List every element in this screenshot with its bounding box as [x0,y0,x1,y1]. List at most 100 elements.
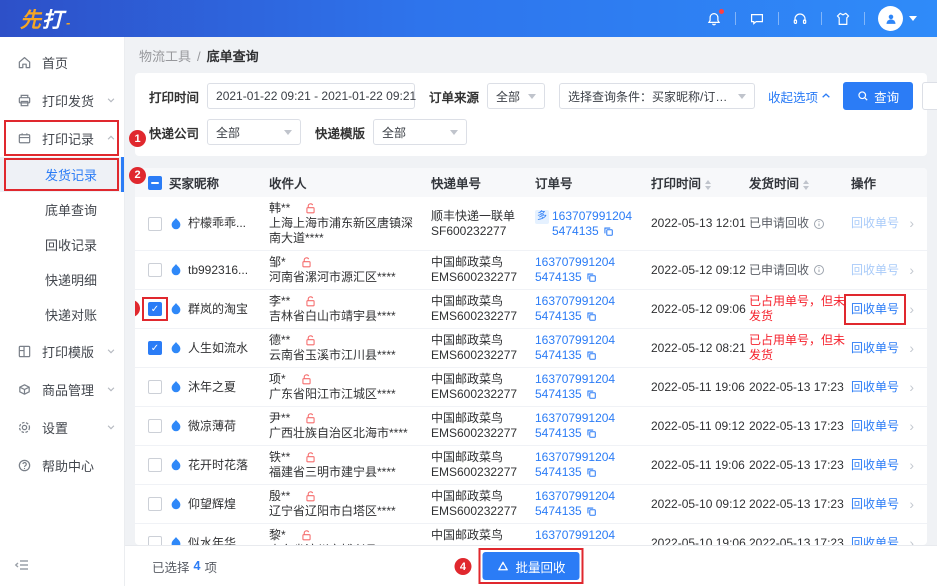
recover-waybill-link[interactable]: 回收单号 [851,380,899,394]
order-number-suffix[interactable]: 5474135 [535,504,582,519]
col-print-time[interactable]: 打印时间 [651,173,749,192]
copy-icon[interactable] [586,506,597,517]
row-checkbox[interactable] [148,497,162,511]
row-checkbox[interactable] [148,419,162,433]
row-expand-chevron[interactable]: › [905,216,927,231]
sort-icon[interactable] [803,180,809,190]
sort-icon[interactable] [705,180,711,190]
recover-waybill-link[interactable]: 回收单号 [851,341,899,355]
order-number[interactable]: 163707991204 [535,489,615,504]
print-time-range-input[interactable]: 2021-01-22 09:21 - 2021-01-22 09:21 [207,83,415,109]
copy-icon[interactable] [586,272,597,283]
sidebar-item-1[interactable]: 打印发货 [0,81,124,119]
row-checkbox[interactable] [148,380,162,394]
order-source-select[interactable]: 全部 [487,83,545,109]
bulk-recover-button[interactable]: 批量回收 [482,552,579,580]
lock-open-icon[interactable] [304,295,317,308]
recipient-address: 福建省三明市建宁县**** [269,465,419,480]
order-number[interactable]: 163707991204 [535,372,615,387]
lock-open-icon[interactable] [304,412,317,425]
sidebar-subitem-6[interactable]: 快递明细 [0,262,124,297]
row-expand-chevron[interactable]: › [905,536,927,546]
order-number-suffix[interactable]: 5474135 [535,426,582,441]
order-number[interactable]: 163707991204 [535,255,615,270]
recover-waybill-link[interactable]: 回收单号 [851,536,899,546]
query-button[interactable]: 查询 [843,82,913,110]
wangwang-icon [169,458,183,472]
order-number[interactable]: 163707991204 [552,209,632,224]
sidebar-item-label: 首页 [42,53,68,72]
recover-waybill-link[interactable]: 回收单号 [851,302,899,317]
recover-waybill-link[interactable]: 回收单号 [851,419,899,433]
copy-icon[interactable] [586,467,597,478]
recover-waybill-link[interactable]: 回收单号 [851,216,899,230]
order-number-suffix[interactable]: 5474135 [552,224,599,239]
shirt-icon[interactable] [835,11,851,27]
copy-icon[interactable] [586,311,597,322]
col-ship-time[interactable]: 发货时间 [749,173,851,192]
row-checkbox[interactable]: ✓ [148,341,162,355]
headset-icon[interactable] [792,11,808,27]
order-number[interactable]: 163707991204 [535,411,615,426]
info-icon[interactable] [813,218,825,230]
chat-icon[interactable] [749,11,765,27]
sidebar-item-0[interactable]: 首页 [0,43,124,81]
row-expand-chevron[interactable]: › [905,341,927,356]
recover-waybill-link[interactable]: 回收单号 [851,263,899,277]
lock-open-icon[interactable] [304,334,317,347]
row-checkbox[interactable] [148,217,162,231]
bell-icon[interactable] [706,11,722,27]
order-number[interactable]: 163707991204 [535,450,615,465]
lock-open-icon[interactable] [300,373,313,386]
order-number-suffix[interactable]: 5474135 [535,465,582,480]
row-expand-chevron[interactable]: › [905,263,927,278]
lock-open-icon[interactable] [304,202,317,215]
row-expand-chevron[interactable]: › [905,302,927,317]
row-checkbox[interactable] [148,458,162,472]
sidebar-subitem-4[interactable]: 底单查询 [0,192,124,227]
sidebar-item-2[interactable]: 打印记录 1 [0,119,124,157]
order-number-suffix[interactable]: 5474135 [535,309,582,324]
lock-open-icon[interactable] [304,451,317,464]
info-icon[interactable] [813,264,825,276]
row-checkbox[interactable] [148,536,162,545]
copy-icon[interactable] [586,428,597,439]
sidebar-collapse-icon[interactable] [14,557,30,573]
row-expand-chevron[interactable]: › [905,458,927,473]
row-expand-chevron[interactable]: › [905,497,927,512]
sidebar-item-9[interactable]: 商品管理 [0,370,124,408]
breadcrumb-section[interactable]: 物流工具 [139,49,191,64]
avatar[interactable] [878,6,917,31]
sidebar-subitem-3[interactable]: 发货记录 2 [0,157,124,192]
order-number[interactable]: 163707991204 [535,294,615,309]
recover-waybill-link[interactable]: 回收单号 [851,458,899,472]
order-number-suffix[interactable]: 5474135 [535,348,582,363]
sidebar-subitem-7[interactable]: 快递对账 [0,297,124,332]
print-time: 2022-05-10 09:12 [651,497,749,512]
collapse-options-link[interactable]: 收起选项 [768,87,831,106]
courier-template-select[interactable]: 全部 [373,119,467,145]
order-number[interactable]: 163707991204 [535,333,615,348]
sidebar-item-10[interactable]: 设置 [0,408,124,446]
row-checkbox[interactable]: ✓ [148,302,162,316]
lock-open-icon[interactable] [304,490,317,503]
copy-icon[interactable] [603,226,614,237]
row-checkbox[interactable] [148,263,162,277]
lock-open-icon[interactable] [300,256,313,269]
row-expand-chevron[interactable]: › [905,380,927,395]
sidebar-item-11[interactable]: 帮助中心 [0,446,124,484]
export-button[interactable]: 导出 [922,82,937,110]
sidebar-item-8[interactable]: 打印模版 [0,332,124,370]
row-expand-chevron[interactable]: › [905,419,927,434]
recover-waybill-link[interactable]: 回收单号 [851,497,899,511]
order-number[interactable]: 163707991204 [535,528,615,543]
query-condition-select[interactable]: 选择查询条件：买家昵称/订单编号/运单号/... [559,83,755,109]
order-number-suffix[interactable]: 5474135 [535,270,582,285]
copy-icon[interactable] [586,350,597,361]
select-all-checkbox[interactable] [148,176,162,190]
copy-icon[interactable] [586,389,597,400]
courier-company-select[interactable]: 全部 [207,119,301,145]
order-number-suffix[interactable]: 5474135 [535,387,582,402]
lock-open-icon[interactable] [300,529,313,542]
sidebar-subitem-5[interactable]: 回收记录 [0,227,124,262]
